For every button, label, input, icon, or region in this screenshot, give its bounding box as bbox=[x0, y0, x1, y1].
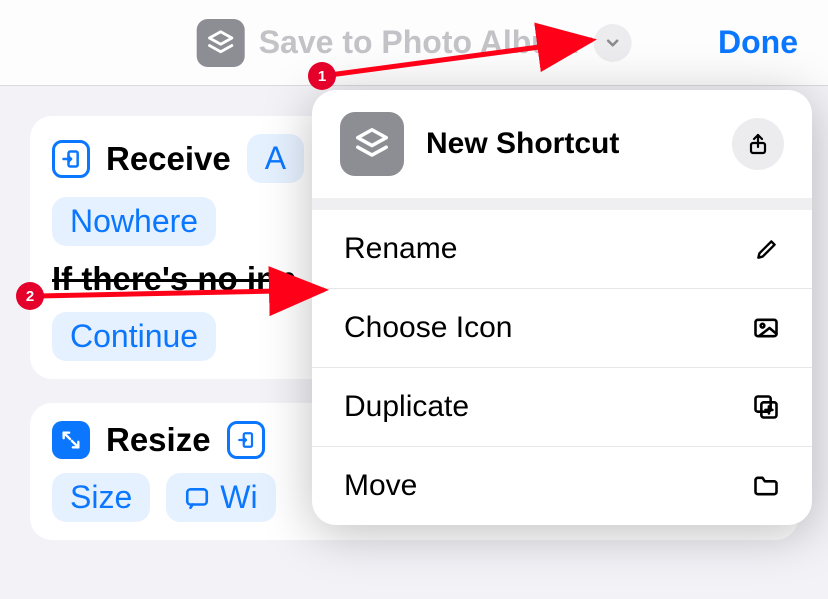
title-zone: Save to Photo Album bbox=[197, 19, 632, 67]
resize-icon bbox=[52, 421, 90, 459]
input-type-chip[interactable]: A bbox=[247, 134, 304, 183]
magic-var-icon[interactable] bbox=[227, 421, 265, 459]
shortcut-options-popover: New Shortcut Rename Choose Icon Duplicat… bbox=[312, 90, 812, 525]
duplicate-icon bbox=[752, 393, 780, 421]
menu-choose-icon-label: Choose Icon bbox=[344, 311, 512, 345]
menu-move[interactable]: Move bbox=[312, 446, 812, 525]
popover-title: New Shortcut bbox=[426, 127, 710, 161]
menu-rename[interactable]: Rename bbox=[312, 210, 812, 288]
shortcut-title[interactable]: Save to Photo Album bbox=[259, 24, 580, 61]
menu-choose-icon[interactable]: Choose Icon bbox=[312, 288, 812, 367]
share-icon bbox=[746, 132, 770, 156]
receive-label: Receive bbox=[106, 140, 231, 178]
menu-move-label: Move bbox=[344, 469, 417, 503]
menu-rename-label: Rename bbox=[344, 232, 457, 266]
title-menu-chevron[interactable] bbox=[593, 24, 631, 62]
popover-shortcut-icon bbox=[340, 112, 404, 176]
width-chip-label: Wi bbox=[220, 479, 257, 516]
share-button[interactable] bbox=[732, 118, 784, 170]
popover-divider bbox=[312, 198, 812, 210]
menu-duplicate-label: Duplicate bbox=[344, 390, 469, 424]
annotation-badge-2: 2 bbox=[16, 282, 44, 310]
width-chip[interactable]: Wi bbox=[166, 473, 275, 522]
folder-icon bbox=[752, 472, 780, 500]
done-button[interactable]: Done bbox=[718, 24, 798, 61]
popover-header: New Shortcut bbox=[312, 90, 812, 198]
image-icon bbox=[752, 314, 780, 342]
editor-topbar: Save to Photo Album Done bbox=[0, 0, 828, 86]
if-no-input-label: If there's no inp bbox=[52, 260, 296, 298]
input-icon bbox=[52, 140, 90, 178]
size-chip[interactable]: Size bbox=[52, 473, 150, 522]
continue-chip[interactable]: Continue bbox=[52, 312, 216, 361]
nowhere-chip[interactable]: Nowhere bbox=[52, 197, 216, 246]
shortcut-app-icon bbox=[197, 19, 245, 67]
pencil-icon bbox=[754, 236, 780, 262]
annotation-badge-1: 1 bbox=[308, 62, 336, 90]
ask-icon bbox=[184, 485, 210, 511]
menu-duplicate[interactable]: Duplicate bbox=[312, 367, 812, 446]
resize-label: Resize bbox=[106, 421, 211, 459]
